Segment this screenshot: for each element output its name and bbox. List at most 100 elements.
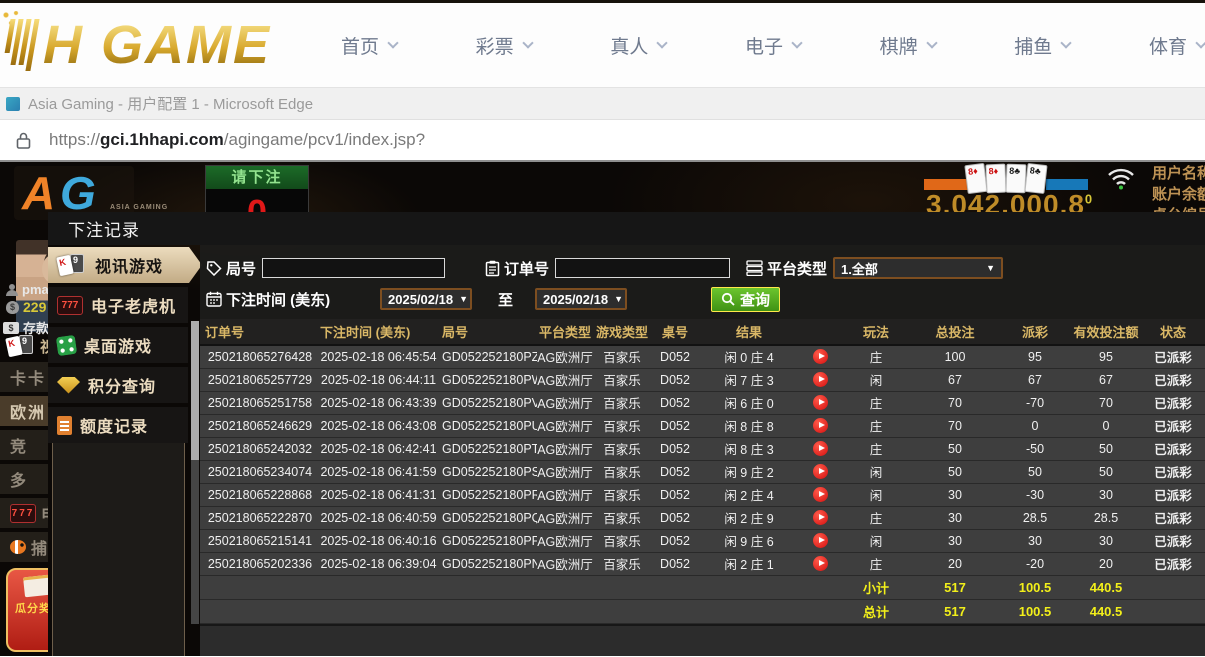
video-cell [799,460,841,483]
chevron-down-icon [1195,37,1205,48]
table-cell: 95 [1071,345,1141,368]
lobby-menu-item[interactable]: 捕鱼王 [0,532,48,562]
scrollbar-thumb[interactable] [191,321,199,460]
table-cell: 50 [1071,437,1141,460]
total-cell: 517 [911,599,999,623]
table-info-line: 用户名称: [1152,163,1205,184]
play-button[interactable] [813,487,828,502]
nav-item-board-games[interactable]: 棋牌 [880,32,936,59]
date-to-select[interactable]: 2025/02/18 ▼ [535,288,627,310]
dialog-body: K9视讯游戏777电子老虎机桌面游戏积分查询额度记录 局号 订单号 [48,245,1205,656]
lobby-balance-row: $ 229 [6,299,46,315]
column-header: 游戏类型 [593,319,651,345]
table-cell: 庄 [841,391,911,414]
play-button[interactable] [813,441,828,456]
table-cell: 闲 8 庄 8 [699,414,799,437]
total-cell [699,599,799,623]
table-cell: D052 [651,460,699,483]
play-button[interactable] [813,395,828,410]
lobby-menu-item[interactable]: 多 [0,464,48,494]
table-cell: 250218065228868 [200,483,315,506]
sidebar-item-quota-records[interactable]: 额度记录 [48,407,188,443]
dialog-content: 局号 订单号 平台类型 1.全部 ▼ [200,245,1205,656]
table-cell: 庄 [841,506,911,529]
play-button[interactable] [813,464,828,479]
table-cell: GD052252180PP [437,529,537,552]
play-button[interactable] [813,418,828,433]
play-button[interactable] [813,349,828,364]
logo-text: H GAME [43,20,271,71]
sidebar-item-points-query[interactable]: 积分查询 [48,367,188,403]
nav-item-label: 首页 [341,32,379,59]
site-logo[interactable]: H GAME [6,19,271,71]
table-cell: 百家乐 [593,552,651,575]
table-cell: AG欧洲厅 [537,460,593,483]
total-cell [537,599,593,623]
table-cell: AG欧洲厅 [537,552,593,575]
column-header: 订单号 [200,319,315,345]
sidebar-item-slot-machines[interactable]: 777电子老虎机 [48,287,188,323]
play-button[interactable] [813,510,828,525]
video-cell [799,391,841,414]
table-scrollbar[interactable] [191,321,199,624]
table-cell: 已派彩 [1141,391,1205,414]
lobby-menu-label: 欧洲 [10,399,46,423]
table-cell: 闲 [841,483,911,506]
round-input[interactable] [262,258,445,278]
lobby-menu-item[interactable]: 欧洲 [0,396,48,426]
dealt-cards: 8♦8♦8♣8♣ [966,164,1050,200]
nav-item-live[interactable]: 真人 [610,32,666,59]
to-label: 至 [498,289,513,310]
play-button[interactable] [813,556,828,571]
total-cell [200,599,315,623]
lobby-menu-item[interactable]: 竞 [0,430,48,460]
play-button[interactable] [813,533,828,548]
search-button[interactable]: 查询 [711,287,780,312]
total-cell: 100.5 [999,599,1071,623]
subtotal-cell [1141,575,1205,599]
nav-item-electronic[interactable]: 电子 [745,32,801,59]
date-from-value: 2025/02/18 [388,292,453,307]
platform-select[interactable]: 1.全部 ▼ [833,257,1003,279]
lobby-menu-item[interactable]: 777电子 [0,498,48,528]
playing-card: 8♣ [1024,163,1047,194]
date-from-select[interactable]: 2025/02/18 ▼ [380,288,472,310]
nav-item-home[interactable]: 首页 [341,32,397,59]
wifi-icon [1106,166,1136,190]
lobby-video-row[interactable]: K9 视 [6,334,48,359]
subtotal-cell: 100.5 [999,575,1071,599]
chevron-down-icon [522,37,533,48]
table-row: 2502180652288682025-02-18 06:41:31GD0522… [200,483,1205,506]
sidebar-item-table-games[interactable]: 桌面游戏 [48,327,188,363]
table-row: 2502180652764282025-02-18 06:45:54GD0522… [200,345,1205,368]
table-cell: 闲 8 庄 3 [699,437,799,460]
sidebar-item-label: 桌面游戏 [84,333,152,357]
table-cell: 已派彩 [1141,460,1205,483]
total-cell: 440.5 [1071,599,1141,623]
table-cell: GD052252180PQ [437,506,537,529]
order-input[interactable] [555,258,730,278]
table-info-line: 账户余额: [1152,184,1205,205]
ledger-icon [57,416,72,435]
total-cell [437,599,537,623]
nav-item-label: 捕鱼 [1014,32,1052,59]
video-cell [799,414,841,437]
nav-item-lottery[interactable]: 彩票 [476,32,532,59]
red-envelope-icon [23,575,48,598]
table-cell: 0 [999,414,1071,437]
sidebar-item-video-games[interactable]: K9视讯游戏 [48,247,202,283]
table-cell: 95 [999,345,1071,368]
nav-item-sports[interactable]: 体育 [1149,32,1205,59]
table-cell: 70 [911,391,999,414]
nav-item-fishing[interactable]: 捕鱼 [1014,32,1070,59]
subtotal-cell [799,575,841,599]
lobby-menu-item[interactable]: 卡卡 [0,362,48,392]
play-button[interactable] [813,372,828,387]
promo-banner[interactable]: 瓜分奖金 [6,568,48,652]
gem-icon [57,377,80,394]
chevron-down-icon [926,37,937,48]
table-cell: 2025-02-18 06:45:54 [315,345,437,368]
url-bar[interactable]: https://gci.1hhapi.com/agingame/pcv1/ind… [0,120,1205,162]
url-text[interactable]: https://gci.1hhapi.com/agingame/pcv1/ind… [49,130,425,150]
column-header: 状态 [1141,319,1205,345]
